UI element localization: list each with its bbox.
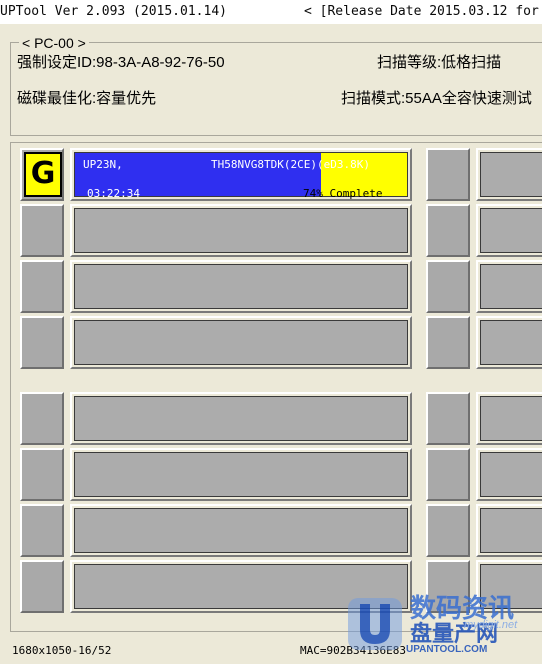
port-13-inner [480, 396, 542, 441]
port-15-panel[interactable] [476, 504, 542, 557]
disk-optimize-label: 磁碟最佳化:容量优先 [17, 90, 157, 107]
scan-level-label: 扫描等级:低格扫描 [377, 54, 502, 71]
port-4-panel[interactable] [70, 316, 412, 369]
port-2-inner [74, 208, 408, 253]
port-7-button[interactable] [20, 504, 64, 557]
port-14-panel[interactable] [476, 448, 542, 501]
port-1-elapsed-time: 03:22:34 [87, 187, 140, 200]
port-10-button[interactable] [426, 204, 470, 257]
port-14-button[interactable] [426, 448, 470, 501]
port-12-button[interactable] [426, 316, 470, 369]
port-1-progress-track: UP23N, TH58NVG8TDK(2CE)(eD3.8K) 03:22:34… [74, 152, 408, 200]
pc-info-group: < PC-00 > 强制设定ID:98-3A-A8-92-76-50 扫描等级:… [10, 35, 542, 136]
port-14-inner [480, 452, 542, 497]
port-1-flash-id: TH58NVG8TDK(2CE)(eD3.8K) [211, 158, 370, 171]
port-7-inner [74, 508, 408, 553]
site-watermark: 数码资讯 盘量产网 mydigit.net UPANTOOL.COM [346, 592, 542, 658]
port-9-inner [480, 152, 542, 197]
port-13-button[interactable] [426, 392, 470, 445]
port-11-button[interactable] [426, 260, 470, 313]
port-1-model: UP23N, [83, 158, 123, 171]
grade-badge: G [24, 152, 62, 197]
port-4-inner [74, 320, 408, 365]
port-6-inner [74, 452, 408, 497]
forced-id-label: 强制设定ID:98-3A-A8-92-76-50 [17, 54, 225, 71]
port-5-inner [74, 396, 408, 441]
watermark-url: UPANTOOL.COM [406, 644, 488, 655]
port-1-progress-text: 74% Complete [303, 187, 383, 200]
port-15-inner [480, 508, 542, 553]
port-1-button[interactable]: G [20, 148, 64, 201]
watermark-title-top: 数码资讯 [410, 593, 515, 623]
port-4-button[interactable] [20, 316, 64, 369]
port-2-button[interactable] [20, 204, 64, 257]
port-3-inner [74, 264, 408, 309]
port-3-button[interactable] [20, 260, 64, 313]
port-7-panel[interactable] [70, 504, 412, 557]
port-13-panel[interactable] [476, 392, 542, 445]
port-6-panel[interactable] [70, 448, 412, 501]
port-11-inner [480, 264, 542, 309]
port-3-panel[interactable] [70, 260, 412, 313]
window-title-bar: UPTool Ver 2.093 (2015.01.14) < [Release… [0, 0, 542, 24]
scan-mode-label: 扫描模式:55AA全容快速测试 [341, 90, 532, 107]
usb-logo-icon [348, 598, 402, 650]
port-12-inner [480, 320, 542, 365]
release-date-title: < [Release Date 2015.03.12 for [304, 4, 539, 19]
window-title: UPTool Ver 2.093 (2015.01.14) [0, 4, 227, 19]
port-10-inner [480, 208, 542, 253]
pc-group-label: < PC-00 > [19, 35, 89, 51]
port-10-panel[interactable] [476, 204, 542, 257]
port-1-panel[interactable]: UP23N, TH58NVG8TDK(2CE)(eD3.8K) 03:22:34… [70, 148, 412, 201]
watermark-url-small: mydigit.net [464, 619, 518, 631]
port-15-button[interactable] [426, 504, 470, 557]
port-9-button[interactable] [426, 148, 470, 201]
port-11-panel[interactable] [476, 260, 542, 313]
port-9-panel[interactable] [476, 148, 542, 201]
port-2-panel[interactable] [70, 204, 412, 257]
port-5-button[interactable] [20, 392, 64, 445]
port-8-button[interactable] [20, 560, 64, 613]
screen-resolution: 1680x1050-16/52 [12, 644, 112, 657]
port-5-panel[interactable] [70, 392, 412, 445]
port-6-button[interactable] [20, 448, 64, 501]
port-12-panel[interactable] [476, 316, 542, 369]
